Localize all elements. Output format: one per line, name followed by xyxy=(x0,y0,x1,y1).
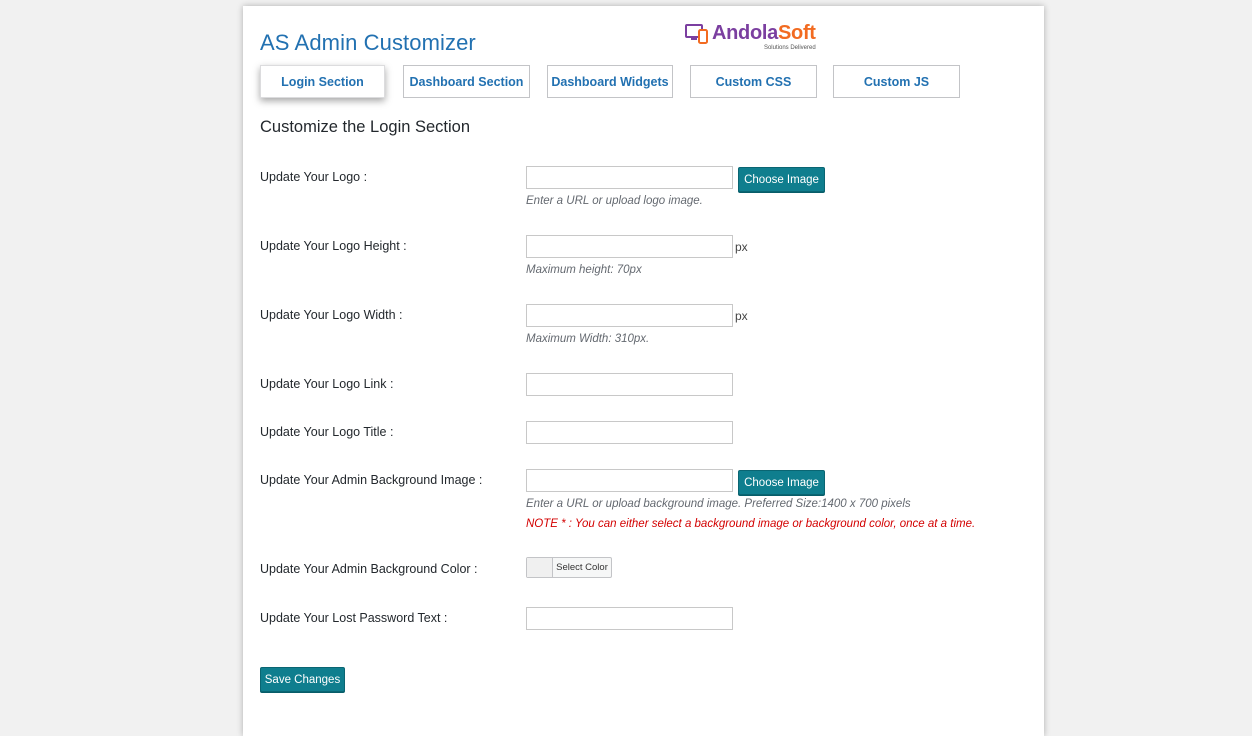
logo-height-unit: px xyxy=(735,240,748,254)
logo-height-label: Update Your Logo Height : xyxy=(260,239,407,253)
logo-height-input[interactable] xyxy=(526,235,733,258)
logo-label: Update Your Logo : xyxy=(260,170,368,184)
logo-width-label: Update Your Logo Width : xyxy=(260,308,403,322)
logo-width-unit: px xyxy=(735,309,748,323)
color-swatch[interactable] xyxy=(527,558,553,577)
choose-logo-image-button[interactable]: Choose Image xyxy=(738,167,825,192)
settings-panel: AS Admin Customizer AndolaSoft Solutions… xyxy=(243,6,1044,736)
logo-url-input[interactable] xyxy=(526,166,733,189)
logo-hint: Enter a URL or upload logo image. xyxy=(526,195,703,207)
logo-title-input[interactable] xyxy=(526,421,733,444)
logo-link-input[interactable] xyxy=(526,373,733,396)
lost-password-label: Update Your Lost Password Text : xyxy=(260,611,448,625)
tab-login-section[interactable]: Login Section xyxy=(260,65,385,98)
select-color-button[interactable]: Select Color xyxy=(526,557,612,578)
lost-password-input[interactable] xyxy=(526,607,733,630)
tab-dashboard-section[interactable]: Dashboard Section xyxy=(403,65,530,98)
logo-link-label: Update Your Logo Link : xyxy=(260,377,394,391)
brand-name-part1: Andola xyxy=(712,22,778,44)
logo-height-hint: Maximum height: 70px xyxy=(526,264,642,276)
brand-name-part2: Soft xyxy=(777,22,816,44)
section-heading: Customize the Login Section xyxy=(260,118,471,136)
tab-custom-js[interactable]: Custom JS xyxy=(833,65,960,98)
bg-note: NOTE * : You can either select a backgro… xyxy=(526,518,976,530)
page-title: AS Admin Customizer xyxy=(260,30,476,55)
logo-width-input[interactable] xyxy=(526,304,733,327)
logo-title-label: Update Your Logo Title : xyxy=(260,425,394,439)
brand-tagline: Solutions Delivered xyxy=(763,45,816,51)
bg-image-hint: Enter a URL or upload background image. … xyxy=(526,498,911,510)
andolasoft-logo: AndolaSoft Solutions Delivered xyxy=(685,23,816,51)
tab-dashboard-widgets[interactable]: Dashboard Widgets xyxy=(547,65,673,98)
bg-image-url-input[interactable] xyxy=(526,469,733,492)
tab-custom-css[interactable]: Custom CSS xyxy=(690,65,817,98)
bg-color-label: Update Your Admin Background Color : xyxy=(260,562,478,576)
devices-icon xyxy=(685,24,708,44)
save-changes-button[interactable]: Save Changes xyxy=(260,667,345,692)
choose-bg-image-button[interactable]: Choose Image xyxy=(738,470,825,495)
logo-width-hint: Maximum Width: 310px. xyxy=(526,333,650,345)
select-color-label: Select Color xyxy=(556,562,608,573)
bg-image-label: Update Your Admin Background Image : xyxy=(260,473,483,487)
